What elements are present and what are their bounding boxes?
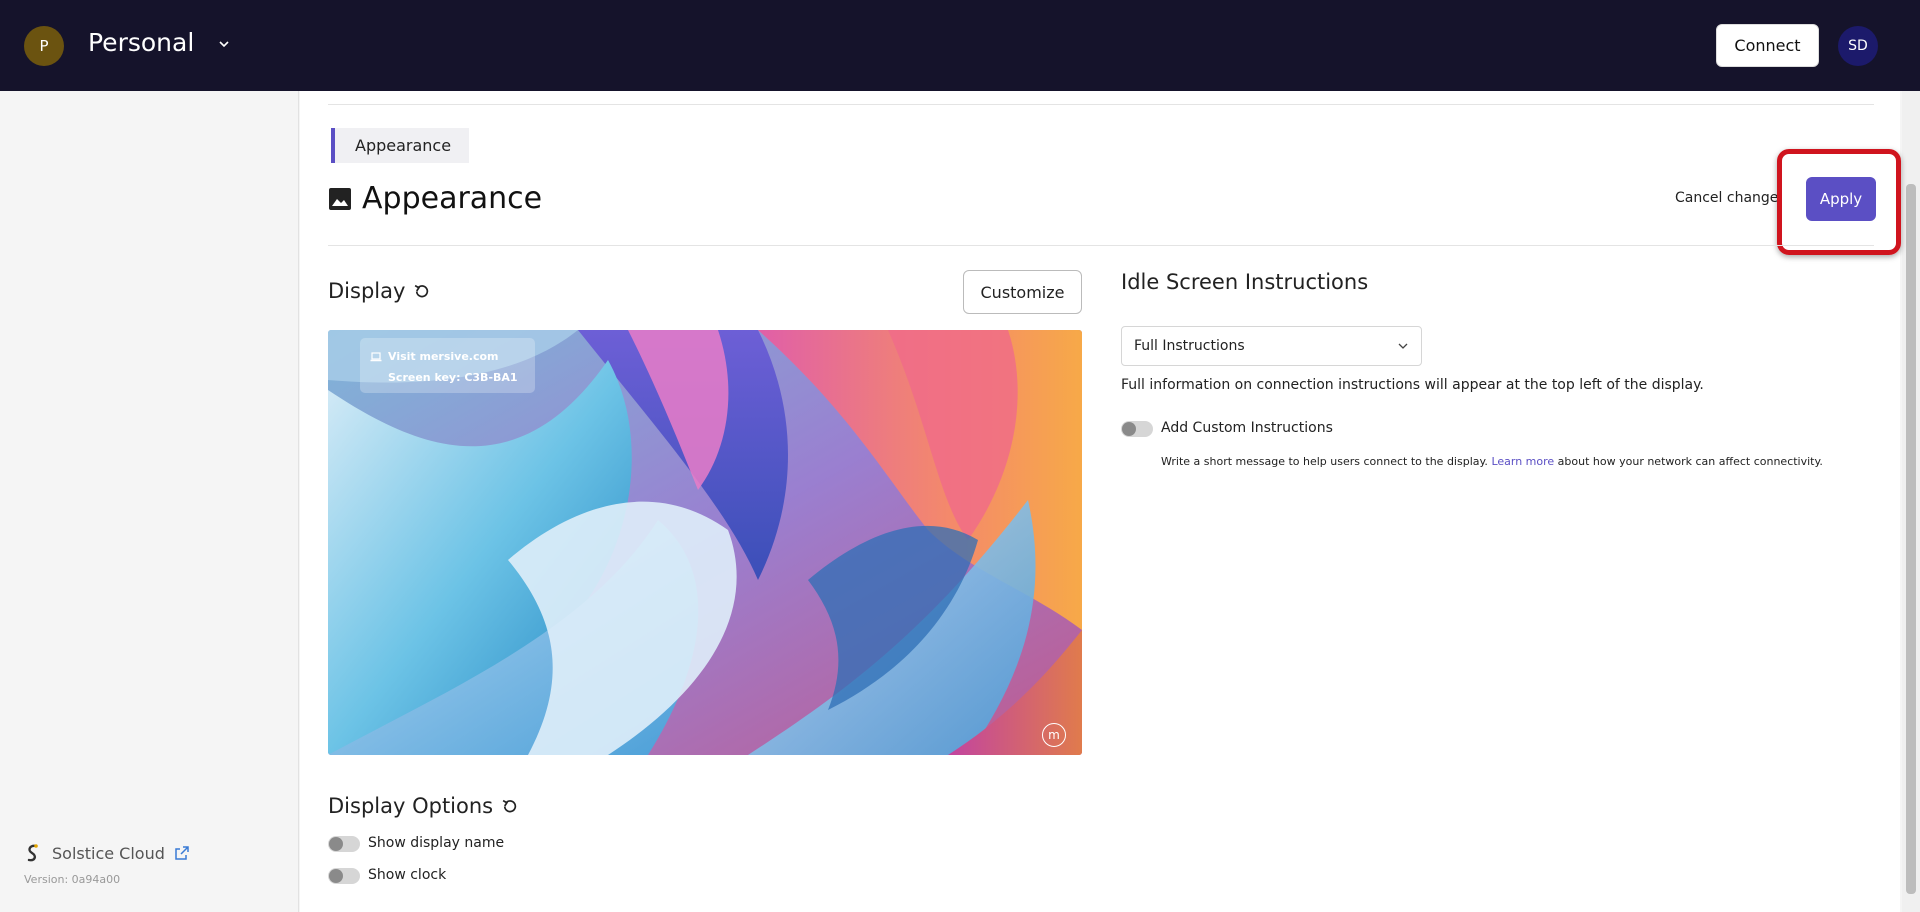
display-title-text: Display [328, 279, 406, 303]
preview-card-screen-key: Screen key: C3B-BA1 [388, 371, 518, 384]
help-text-prefix: Write a short message to help users conn… [1161, 455, 1488, 468]
cancel-changes-button[interactable]: Cancel changes [1675, 190, 1779, 206]
show-clock-label: Show clock [368, 867, 447, 883]
solstice-logo-icon [27, 844, 38, 862]
instructions-info-text: Full information on connection instructi… [1121, 377, 1704, 393]
connect-button[interactable]: Connect [1716, 24, 1819, 67]
learn-more-link[interactable]: Learn more [1491, 455, 1554, 468]
display-title: Display [328, 279, 430, 303]
scrollbar-thumb[interactable] [1906, 184, 1916, 894]
show-clock-toggle[interactable] [328, 868, 360, 884]
preview-instructions-card: Visit mersive.com Screen key: C3B-BA1 [360, 338, 535, 393]
page-title-text: Appearance [362, 181, 543, 216]
customize-button[interactable]: Customize [963, 270, 1082, 314]
sidebar [0, 91, 299, 912]
brand-name: Solstice Cloud [52, 843, 165, 863]
display-options-title: Display Options [328, 794, 518, 818]
breadcrumb[interactable]: Appearance [331, 128, 470, 163]
preview-card-visit-text: Visit mersive.com [388, 350, 499, 363]
divider [328, 245, 1874, 246]
highlight-annotation [1777, 149, 1901, 255]
reset-icon[interactable] [501, 798, 518, 815]
workspace-avatar[interactable]: P [24, 26, 64, 66]
add-custom-instructions-label: Add Custom Instructions [1161, 420, 1333, 436]
idle-screen-title-text: Idle Screen Instructions [1121, 270, 1369, 294]
top-bar: P Personal Connect SD [0, 0, 1920, 91]
help-text-suffix: about how your network can affect connec… [1557, 455, 1823, 468]
page-title: Appearance [328, 181, 542, 216]
chevron-down-icon[interactable] [216, 36, 232, 52]
external-link-icon[interactable] [175, 846, 189, 860]
idle-screen-title: Idle Screen Instructions [1121, 270, 1368, 294]
laptop-icon [370, 351, 382, 361]
toggle-knob [1122, 422, 1136, 436]
display-preview: Visit mersive.com Screen key: C3B-BA1 m [328, 330, 1082, 755]
wallpaper-image [328, 330, 1082, 755]
image-icon [329, 187, 351, 210]
preview-card-line1: Visit mersive.com [370, 350, 499, 363]
mersive-logo-icon: m [1042, 723, 1066, 747]
add-custom-instructions-toggle[interactable] [1121, 421, 1153, 437]
reset-icon[interactable] [413, 283, 430, 300]
divider [328, 104, 1874, 105]
user-avatar[interactable]: SD [1838, 26, 1878, 66]
show-display-name-label: Show display name [368, 835, 505, 851]
display-options-title-text: Display Options [328, 794, 494, 818]
instructions-dropdown[interactable]: Full Instructions [1121, 326, 1422, 366]
version-text: Version: 0a94a00 [24, 873, 121, 886]
custom-instructions-help: Write a short message to help users conn… [1161, 455, 1823, 468]
show-display-name-toggle[interactable] [328, 836, 360, 852]
toggle-knob [329, 869, 343, 883]
chevron-down-icon [1398, 343, 1408, 349]
workspace-name[interactable]: Personal [88, 28, 194, 57]
toggle-knob [329, 837, 343, 851]
instructions-dropdown-value: Full Instructions [1134, 338, 1245, 354]
brand-link[interactable]: Solstice Cloud [24, 843, 189, 863]
